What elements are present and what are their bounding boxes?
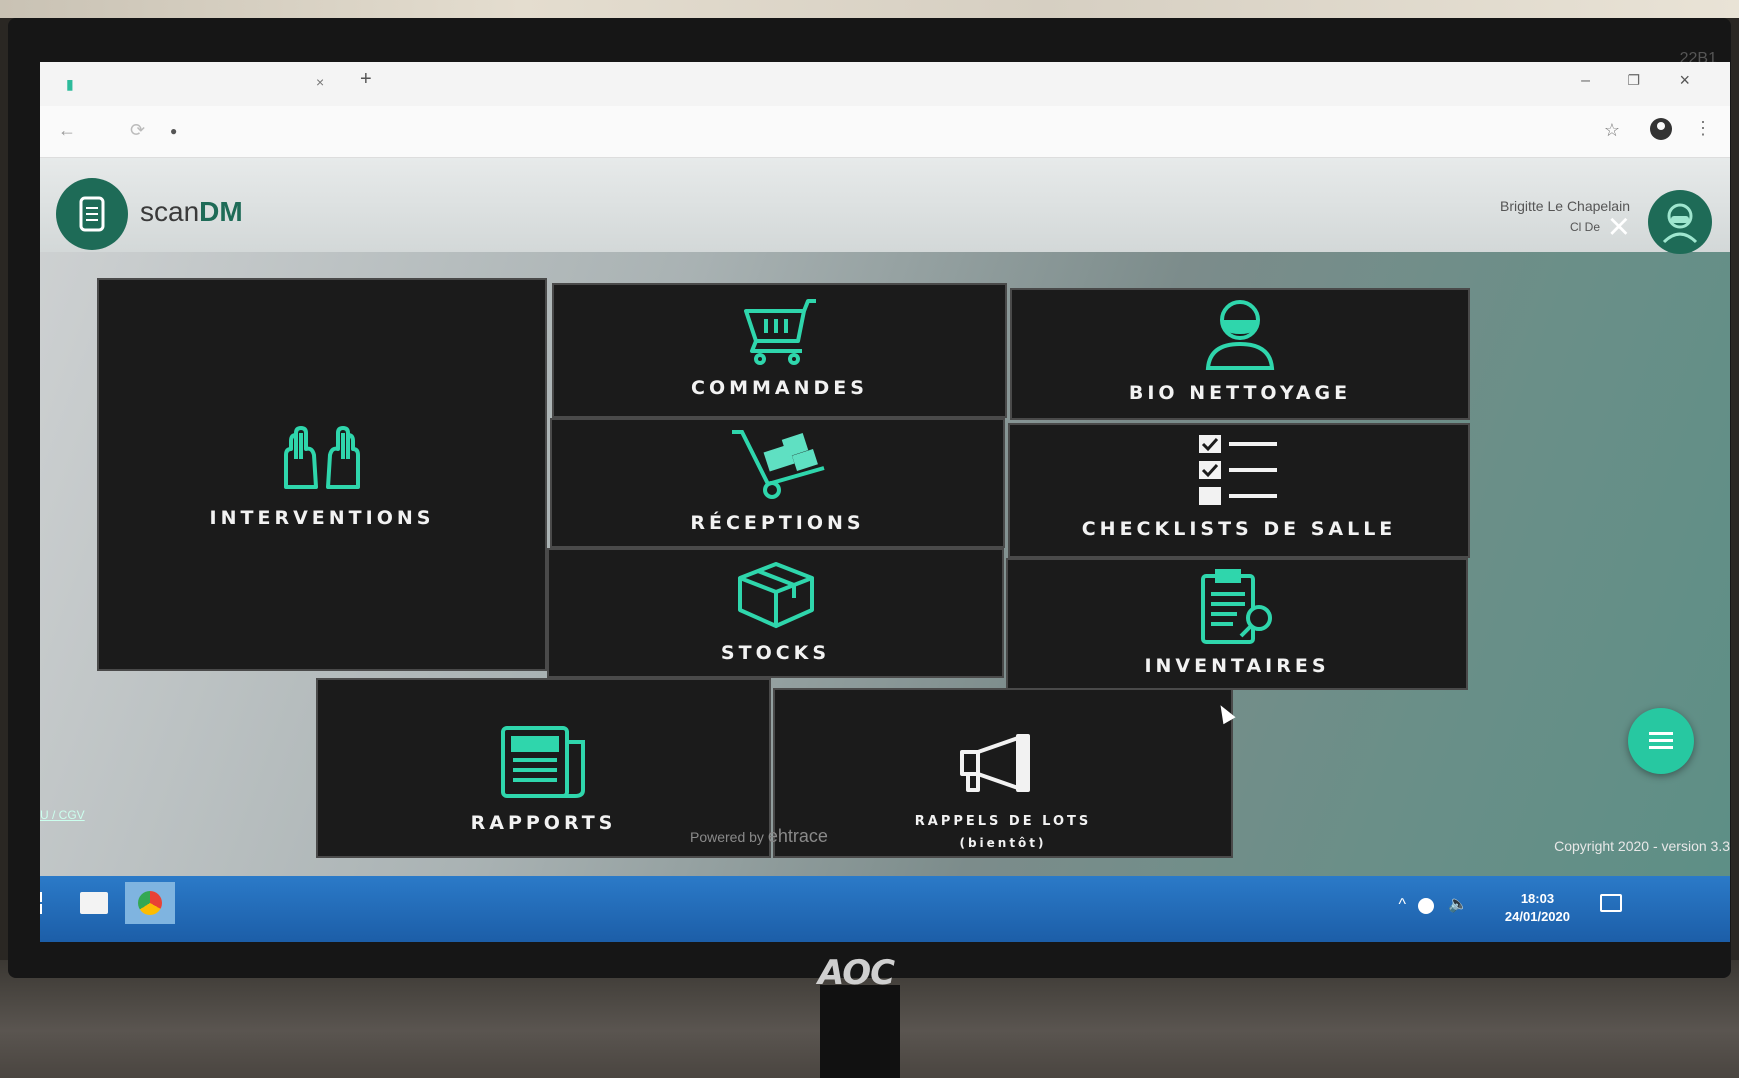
tile-inventaires[interactable]: INVENTAIRES xyxy=(1006,558,1468,690)
new-tab-icon[interactable]: + xyxy=(360,68,372,91)
tab-close-icon[interactable]: × xyxy=(316,74,324,90)
reload-icon[interactable]: ⟳ xyxy=(130,120,145,141)
tile-checklists-de-salle[interactable]: CHECKLISTS DE SALLE xyxy=(1008,423,1470,558)
hands-icon xyxy=(284,426,360,489)
browser-tab-strip: ▮ × + – ❐ × xyxy=(40,62,1730,106)
browser-toolbar: ← ⟳ ● ☆ ⋮ xyxy=(40,106,1730,158)
tab-favicon-icon[interactable]: ▮ xyxy=(66,76,80,92)
monitor-stand xyxy=(820,985,900,1078)
file-explorer-icon[interactable] xyxy=(80,892,108,914)
overlay-close-icon[interactable]: × xyxy=(1608,208,1630,246)
ehtrace-logo[interactable]: ehtrace xyxy=(768,826,828,846)
masked-person-icon xyxy=(1205,300,1275,370)
tile-label-checklists-de-salle: CHECKLISTS DE SALLE xyxy=(1081,518,1397,540)
scandm-logo-icon[interactable] xyxy=(56,178,128,250)
app-footer: CGU / CGV Powered by ehtrace Copyright 2… xyxy=(40,776,1730,876)
tile-label-commandes: COMMANDES xyxy=(691,377,868,399)
menu-fab-button[interactable] xyxy=(1628,708,1694,774)
network-icon[interactable] xyxy=(1418,898,1434,914)
tile-label-interventions: INTERVENTIONS xyxy=(209,507,435,529)
clock-time: 18:03 xyxy=(1520,891,1555,906)
taskbar-clock[interactable]: 18:03 24/01/2020 xyxy=(1505,890,1570,926)
tile-commandes[interactable]: COMMANDES xyxy=(552,283,1007,418)
windows-start-icon[interactable] xyxy=(40,892,42,914)
checklist-icon xyxy=(1199,435,1277,505)
cart-icon xyxy=(743,299,816,365)
volume-icon[interactable]: 🔈 xyxy=(1448,894,1468,914)
window-minimize-button[interactable]: – xyxy=(1581,72,1590,90)
tray-expand-icon[interactable]: ^ xyxy=(1398,896,1406,914)
app-logo-text: scanDM xyxy=(140,196,243,228)
powered-by: Powered by ehtrace xyxy=(690,826,828,847)
window-close-button[interactable]: × xyxy=(1679,70,1690,91)
app-page: scanDM Brigitte Le Chapelain Cl De × INT… xyxy=(40,158,1730,942)
tile-label-stocks: STOCKS xyxy=(720,642,831,664)
app-header: scanDM Brigitte Le Chapelain Cl De × xyxy=(40,158,1730,254)
copyright-version: Copyright 2020 - version 3.3 xyxy=(1554,838,1730,854)
site-info-icon[interactable]: ● xyxy=(170,124,177,138)
hand-truck-icon xyxy=(731,430,825,499)
box-icon xyxy=(737,562,814,628)
window-maximize-button[interactable]: ❐ xyxy=(1627,72,1640,89)
tile-receptions[interactable]: RÉCEPTIONS xyxy=(550,418,1005,548)
cgu-cgv-link[interactable]: CGU / CGV xyxy=(40,808,85,822)
back-arrow-icon[interactable]: ← xyxy=(58,120,76,141)
tile-interventions[interactable]: INTERVENTIONS xyxy=(97,278,547,671)
clock-date: 24/01/2020 xyxy=(1504,909,1570,924)
logo-prefix: scan xyxy=(140,196,200,227)
tile-label-inventaires: INVENTAIRES xyxy=(1144,655,1330,677)
tile-bio-nettoyage[interactable]: BIO NETTOYAGE xyxy=(1010,288,1470,420)
bookmark-star-icon[interactable]: ☆ xyxy=(1604,120,1620,141)
logo-suffix: DM xyxy=(199,196,243,227)
notification-center-icon[interactable] xyxy=(1600,894,1622,912)
tile-label-receptions: RÉCEPTIONS xyxy=(690,512,865,534)
clipboard-icon xyxy=(1201,569,1272,644)
user-service: Cl De xyxy=(1569,220,1600,234)
screen: ▮ × + – ❐ × ← ⟳ ● ☆ ⋮ scanDM Brigitte Le… xyxy=(40,62,1730,942)
account-icon[interactable] xyxy=(1650,118,1672,140)
tile-label-bio-nettoyage: BIO NETTOYAGE xyxy=(1128,382,1352,404)
powered-by-label: Powered by xyxy=(690,829,764,845)
chrome-taskbar-icon[interactable] xyxy=(125,882,175,924)
tile-stocks[interactable]: STOCKS xyxy=(547,548,1004,678)
desk-background xyxy=(0,0,1739,18)
windows-taskbar: ^ 🔈 18:03 24/01/2020 xyxy=(40,876,1730,942)
browser-menu-icon[interactable]: ⋮ xyxy=(1694,118,1712,139)
user-avatar-icon[interactable] xyxy=(1648,190,1712,254)
